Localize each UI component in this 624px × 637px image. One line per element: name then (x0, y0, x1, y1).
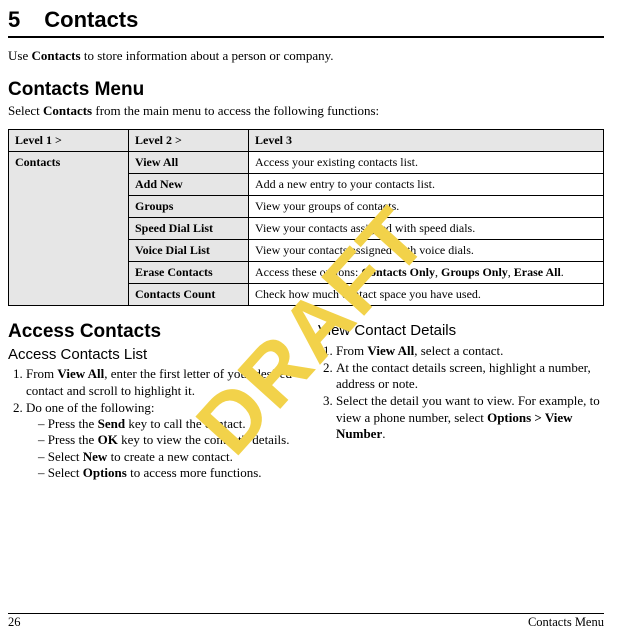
page-footer: 26 Contacts Menu (8, 613, 604, 631)
text: . (382, 426, 385, 441)
text-bold: New (83, 449, 108, 464)
text: key to view the contact's details. (118, 432, 290, 447)
chapter-intro: Use Contacts to store information about … (8, 48, 604, 64)
text-bold: Send (98, 416, 125, 431)
footer-section-label: Contacts Menu (528, 615, 604, 631)
cell-level2: Add New (129, 173, 249, 195)
subheading-view-contact-details: View Contact Details (318, 322, 604, 341)
chapter-number: 5 (8, 6, 20, 34)
list-item: Select the detail you want to view. For … (336, 393, 604, 442)
text-bold: Contacts (43, 103, 92, 118)
text-bold: Erase All (514, 265, 561, 279)
menu-levels-table: Level 1 > Level 2 > Level 3 Contacts Vie… (8, 129, 604, 306)
text-bold: View All (57, 366, 104, 381)
cell-level3: View your contacts assigned with speed d… (249, 217, 604, 239)
text: Press the (48, 416, 98, 431)
cell-level2: View All (129, 151, 249, 173)
steps-list: From View All, enter the first letter of… (8, 366, 294, 481)
list-item: From View All, enter the first letter of… (26, 366, 294, 399)
table-row: Contacts View All Access your existing c… (9, 151, 604, 173)
sub-steps-list: Press the Send key to call the contact. … (26, 416, 294, 481)
cell-level3: View your groups of contacts. (249, 195, 604, 217)
text-bold: Options (83, 465, 127, 480)
section-heading-contacts-menu: Contacts Menu (8, 78, 604, 102)
col-header-level3: Level 3 (249, 129, 604, 151)
right-column: View Contact Details From View All, sele… (318, 320, 604, 482)
chapter-title: Contacts (44, 6, 138, 34)
text-bold: Groups Only (441, 265, 508, 279)
chapter-header: 5 Contacts (8, 6, 604, 38)
text: to store information about a person or c… (81, 48, 334, 63)
text: . (561, 265, 564, 279)
cell-level3: Check how much contact space you have us… (249, 283, 604, 305)
cell-level3: Access your existing contacts list. (249, 151, 604, 173)
list-item: From View All, select a contact. (336, 343, 604, 359)
text: Select (48, 465, 83, 480)
cell-level3: View your contacts assigned with voice d… (249, 239, 604, 261)
list-item: At the contact details screen, highlight… (336, 360, 604, 393)
cell-level3: Add a new entry to your contacts list. (249, 173, 604, 195)
list-item: Select New to create a new contact. (38, 449, 294, 465)
text: to create a new contact. (107, 449, 233, 464)
cell-level2: Contacts Count (129, 283, 249, 305)
text: key to call the contact. (125, 416, 246, 431)
text: Access these options: (255, 265, 361, 279)
text: from the main menu to access the followi… (92, 103, 379, 118)
text: From (26, 366, 57, 381)
text: Do one of the following: (26, 400, 155, 415)
cell-level2: Erase Contacts (129, 261, 249, 283)
subheading-access-contacts-list: Access Contacts List (8, 346, 294, 365)
steps-list: From View All, select a contact. At the … (318, 343, 604, 443)
text: to access more functions. (127, 465, 262, 480)
section-heading-access-contacts: Access Contacts (8, 320, 294, 344)
text-bold: View All (367, 343, 414, 358)
list-item: Select Options to access more functions. (38, 465, 294, 481)
cell-level3: Access these options: Contacts Only, Gro… (249, 261, 604, 283)
text-bold: OK (98, 432, 118, 447)
text: Use (8, 48, 31, 63)
text-bold: Contacts (31, 48, 80, 63)
text: Select (8, 103, 43, 118)
table-header-row: Level 1 > Level 2 > Level 3 (9, 129, 604, 151)
section-intro: Select Contacts from the main menu to ac… (8, 103, 604, 119)
cell-level2: Groups (129, 195, 249, 217)
text-bold: Contacts Only (361, 265, 435, 279)
list-item: Do one of the following: Press the Send … (26, 400, 294, 481)
list-item: Press the Send key to call the contact. (38, 416, 294, 432)
list-item: Press the OK key to view the contact's d… (38, 432, 294, 448)
cell-level1: Contacts (9, 151, 129, 305)
text: , select a contact. (414, 343, 503, 358)
text: Select (48, 449, 83, 464)
cell-level2: Voice Dial List (129, 239, 249, 261)
text: Press the (48, 432, 98, 447)
page-number: 26 (8, 615, 21, 631)
left-column: Access Contacts Access Contacts List Fro… (8, 320, 294, 482)
cell-level2: Speed Dial List (129, 217, 249, 239)
text: From (336, 343, 367, 358)
col-header-level2: Level 2 > (129, 129, 249, 151)
col-header-level1: Level 1 > (9, 129, 129, 151)
